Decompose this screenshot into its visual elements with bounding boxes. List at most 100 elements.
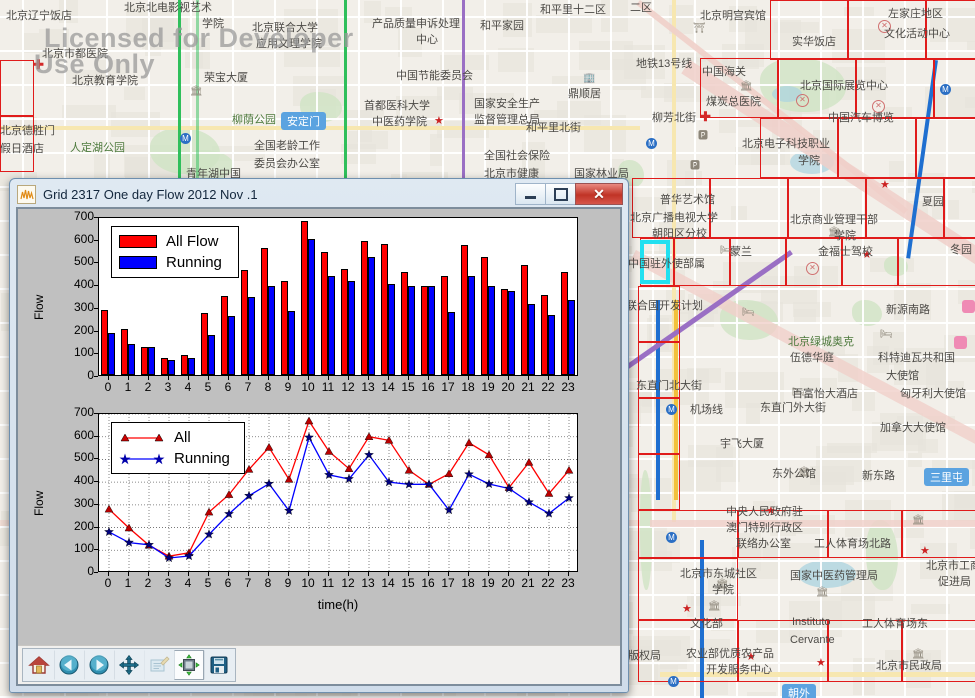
bar[interactable]	[481, 257, 488, 375]
bar[interactable]	[428, 286, 435, 375]
map-grid-cell[interactable]	[0, 60, 34, 116]
map-grid-cell[interactable]	[638, 454, 680, 510]
map-label: 实华饭店	[792, 36, 836, 48]
map-metro-icon[interactable]: M	[646, 138, 657, 149]
bar[interactable]	[228, 316, 235, 376]
bar[interactable]	[561, 272, 568, 375]
map-poi-star[interactable]: ★	[682, 604, 692, 615]
window-title-bar[interactable]: Grid 2317 One day Flow 2012 Nov .1 ✕	[13, 182, 625, 207]
bar[interactable]	[268, 286, 275, 375]
map-poi-star[interactable]: ★	[880, 180, 890, 191]
bar[interactable]	[488, 286, 495, 375]
x-axis-tick-label: 13	[357, 576, 379, 590]
bar-chart[interactable]: Flow 0100200300400500600700 012345678910…	[18, 209, 620, 405]
map-metro-icon[interactable]: M	[940, 84, 951, 95]
map-label: 北京绿城奥克	[788, 336, 854, 348]
bar[interactable]	[368, 257, 375, 375]
y-axis-tick	[94, 376, 98, 377]
bar[interactable]	[461, 245, 468, 375]
bar[interactable]	[261, 248, 268, 375]
bar[interactable]	[568, 300, 575, 375]
bar[interactable]	[528, 304, 535, 375]
bar[interactable]	[101, 310, 108, 375]
map-place-badge[interactable]: 朝外	[782, 684, 816, 698]
bar[interactable]	[168, 360, 175, 375]
bar[interactable]	[321, 252, 328, 375]
bar[interactable]	[401, 272, 408, 375]
bar[interactable]	[501, 289, 508, 375]
bar[interactable]	[281, 281, 288, 375]
bar[interactable]	[188, 358, 195, 375]
bar[interactable]	[548, 315, 555, 375]
map-metro-icon[interactable]: M	[668, 676, 679, 687]
x-axis-tick-label: 23	[557, 576, 579, 590]
bar[interactable]	[541, 295, 548, 375]
map-metro-icon[interactable]: M	[666, 532, 677, 543]
line-chart[interactable]: Flow 0100200300400500600700 012345678910…	[18, 405, 620, 620]
bar[interactable]	[181, 355, 188, 375]
bar[interactable]	[141, 347, 148, 375]
map-metro-icon[interactable]: M	[666, 404, 677, 415]
map-metro-icon[interactable]: M	[180, 133, 191, 144]
bar[interactable]	[441, 276, 448, 375]
data-point-marker	[485, 451, 493, 458]
y-axis-tick-label: 200	[56, 323, 94, 337]
bar[interactable]	[448, 312, 455, 375]
map-grid-cell[interactable]	[710, 178, 788, 238]
close-button[interactable]: ✕	[575, 183, 623, 205]
bar[interactable]	[508, 291, 515, 375]
bar[interactable]	[421, 286, 428, 375]
bar[interactable]	[381, 244, 388, 375]
map-label: 东直门北大街	[636, 380, 702, 392]
map-grid-cell[interactable]	[944, 178, 975, 238]
map-label: 人定湖公园	[70, 142, 125, 154]
map-poi-star[interactable]: ★	[816, 658, 826, 669]
back-arrow-icon[interactable]	[54, 650, 84, 680]
bar[interactable]	[328, 276, 335, 375]
map-place-badge[interactable]: 三里屯	[924, 468, 969, 486]
bar[interactable]	[248, 297, 255, 375]
bar[interactable]	[308, 239, 315, 375]
map-place-badge[interactable]: 安定门	[281, 112, 326, 130]
bar[interactable]	[301, 221, 308, 375]
map-grid-cell[interactable]	[638, 510, 738, 558]
zoom-rect-icon[interactable]	[144, 650, 174, 680]
bar[interactable]	[408, 286, 415, 375]
bar[interactable]	[521, 265, 528, 375]
maximize-button[interactable]	[545, 183, 575, 205]
bar[interactable]	[388, 284, 395, 375]
bar[interactable]	[201, 313, 208, 375]
map-grid-cell[interactable]	[866, 178, 944, 238]
bar[interactable]	[348, 281, 355, 375]
map-grid-cell[interactable]	[838, 118, 916, 178]
map-grid-cell[interactable]	[828, 510, 902, 558]
bar[interactable]	[288, 311, 295, 375]
map-poi-star[interactable]: ★	[434, 116, 444, 127]
pan-move-icon[interactable]	[114, 650, 144, 680]
bar[interactable]	[221, 296, 228, 376]
minimize-button[interactable]	[515, 183, 545, 205]
bar[interactable]	[468, 276, 475, 375]
plot-window[interactable]: Grid 2317 One day Flow 2012 Nov .1 ✕ Flo…	[9, 178, 629, 693]
navigation-toolbar[interactable]	[18, 645, 620, 684]
bar[interactable]	[148, 347, 155, 375]
bar[interactable]	[121, 329, 128, 375]
map-grid-cell[interactable]	[916, 118, 975, 178]
bar[interactable]	[161, 358, 168, 375]
map-grid-cell[interactable]	[788, 178, 866, 238]
figure-canvas[interactable]: Flow 0100200300400500600700 012345678910…	[18, 209, 620, 645]
home-icon[interactable]	[24, 650, 54, 680]
window-controls: ✕	[515, 183, 623, 205]
bar[interactable]	[128, 344, 135, 375]
bar[interactable]	[361, 241, 368, 375]
bar[interactable]	[241, 270, 248, 375]
configure-subplots-icon[interactable]	[174, 650, 204, 680]
bar[interactable]	[341, 269, 348, 375]
save-disk-icon[interactable]	[204, 650, 234, 680]
map-grid-cell[interactable]	[770, 0, 848, 60]
map-grid-cell[interactable]	[638, 286, 680, 342]
map-poi-star[interactable]: ★	[920, 546, 930, 557]
bar[interactable]	[108, 333, 115, 375]
bar[interactable]	[208, 335, 215, 375]
forward-arrow-icon[interactable]	[84, 650, 114, 680]
